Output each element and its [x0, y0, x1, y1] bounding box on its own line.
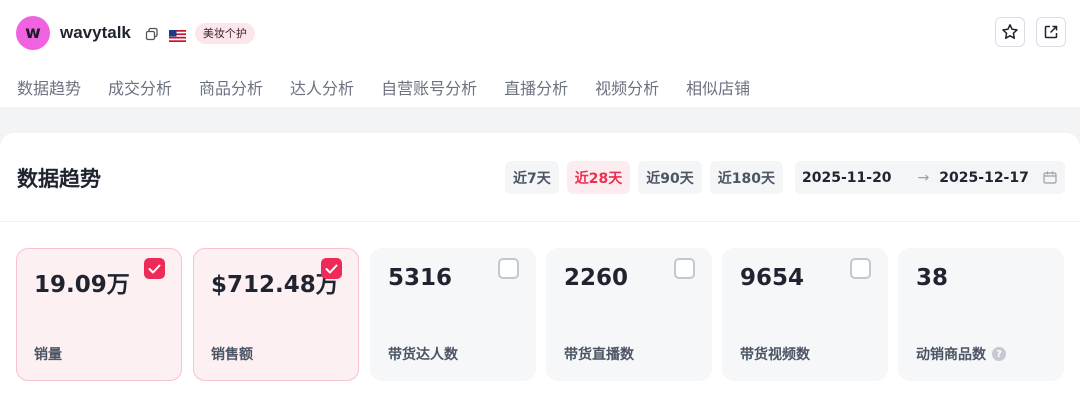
range-90d-button[interactable]: 近90天 — [638, 161, 702, 194]
category-badge: 美妆个护 — [194, 22, 255, 44]
nav-item-own-account[interactable]: 自营账号分析 — [381, 75, 477, 99]
shop-logo-letter: w — [25, 23, 41, 43]
nav-item-data-trend[interactable]: 数据趋势 — [17, 75, 81, 99]
metric-label: 带货达人数 — [388, 347, 458, 363]
metric-checkbox[interactable] — [498, 258, 519, 279]
date-start[interactable]: 2025-11-20 — [802, 170, 892, 186]
metric-checkbox[interactable] — [674, 258, 695, 279]
external-link-icon — [1044, 25, 1058, 39]
nav-item-transaction[interactable]: 成交分析 — [108, 75, 172, 99]
shop-logo: w — [16, 16, 50, 50]
shop-name: wavytalk — [60, 23, 131, 42]
range-180d-button[interactable]: 近180天 — [709, 161, 783, 194]
top-bar: w wavytalk 美妆个护 数据趋势 成交分析 商品分析 达人分析 自营账号… — [0, 0, 1080, 107]
metric-value: 5316 — [388, 265, 453, 291]
calendar-icon[interactable] — [1043, 171, 1057, 184]
star-icon — [1002, 24, 1018, 39]
metric-label: 销量 — [34, 347, 62, 363]
metric-card-videos[interactable]: 9654 带货视频数 — [722, 248, 888, 381]
help-icon[interactable]: ? — [992, 347, 1006, 361]
date-end[interactable]: 2025-12-17 — [939, 170, 1029, 186]
metric-value: 19.09万 — [34, 272, 130, 298]
favorite-button[interactable] — [995, 17, 1025, 47]
nav-item-creator[interactable]: 达人分析 — [290, 75, 354, 99]
range-selector: 近7天 近28天 近90天 近180天 — [505, 161, 783, 194]
nav-item-video[interactable]: 视频分析 — [595, 75, 659, 99]
open-external-button[interactable] — [1036, 17, 1066, 47]
nav-item-similar-shops[interactable]: 相似店铺 — [686, 75, 750, 99]
data-trend-panel: 数据趋势 近7天 近28天 近90天 近180天 2025-11-20 → 20… — [0, 133, 1080, 415]
copy-icon[interactable] — [145, 26, 159, 41]
us-flag-icon — [168, 27, 186, 42]
metric-label: 带货直播数 — [564, 347, 634, 363]
metric-checkbox[interactable] — [144, 258, 165, 279]
metric-label: 动销商品数? — [916, 344, 1006, 364]
nav-item-live[interactable]: 直播分析 — [504, 75, 568, 99]
metric-card-sales-amount[interactable]: $712.48万 销售额 — [193, 248, 359, 381]
metric-checkbox[interactable] — [850, 258, 871, 279]
metric-value: 2260 — [564, 265, 629, 291]
metric-value: 38 — [916, 265, 949, 291]
metric-card-active-products: 38 动销商品数? — [898, 248, 1064, 381]
date-range-picker[interactable]: 2025-11-20 → 2025-12-17 — [795, 161, 1065, 194]
range-7d-button[interactable]: 近7天 — [505, 161, 559, 194]
section-nav: 数据趋势 成交分析 商品分析 达人分析 自营账号分析 直播分析 视频分析 相似店… — [17, 75, 750, 99]
shop-brand: w wavytalk 美妆个护 — [16, 16, 255, 50]
metric-checkbox[interactable] — [321, 258, 342, 279]
metric-label: 带货视频数 — [740, 347, 810, 363]
panel-title: 数据趋势 — [17, 167, 101, 191]
nav-item-product[interactable]: 商品分析 — [199, 75, 263, 99]
metric-card-sales-volume[interactable]: 19.09万 销量 — [16, 248, 182, 381]
metric-value: $712.48万 — [211, 272, 339, 298]
metric-card-creators[interactable]: 5316 带货达人数 — [370, 248, 536, 381]
date-arrow: → — [917, 169, 930, 186]
top-actions — [995, 17, 1066, 47]
panel-divider — [0, 221, 1080, 222]
check-icon — [148, 264, 161, 273]
metric-card-live-streams[interactable]: 2260 带货直播数 — [546, 248, 712, 381]
metric-value: 9654 — [740, 265, 805, 291]
range-28d-button[interactable]: 近28天 — [566, 161, 631, 194]
check-icon — [325, 264, 338, 273]
metric-label: 销售额 — [211, 347, 253, 363]
